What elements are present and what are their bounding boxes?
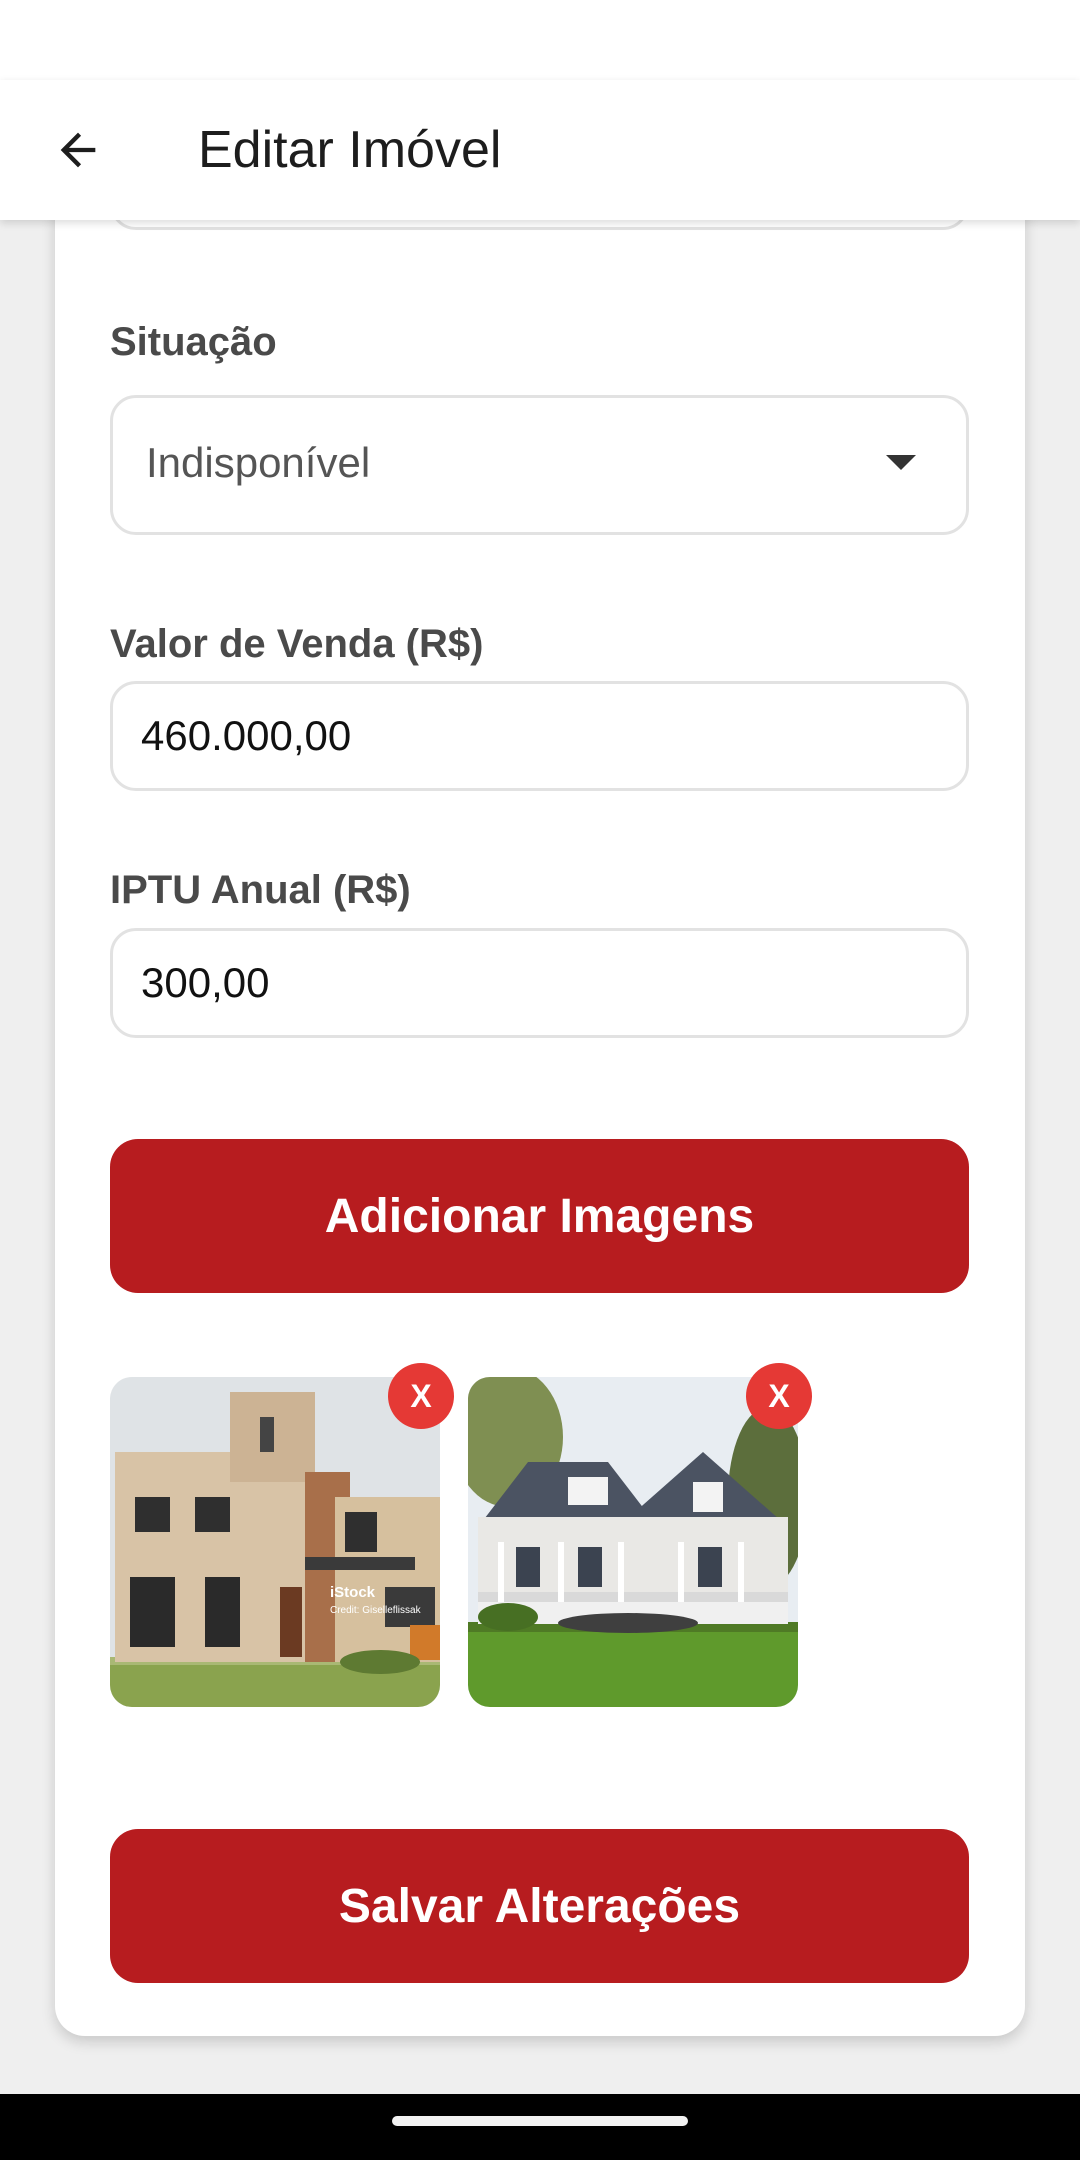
istock-watermark: iStock [330,1584,376,1601]
valor-venda-value: 460.000,00 [141,712,352,759]
back-button[interactable] [40,112,116,188]
situacao-select[interactable]: Indisponível [110,395,969,535]
system-nav-bar [0,2094,1080,2160]
form-card: Situação Indisponível Valor de Venda (R$… [55,100,1025,2036]
status-bar [0,0,1080,80]
iptu-label: IPTU Anual (R$) [110,868,411,912]
colonial-house-photo [468,1377,798,1707]
page-title: Editar Imóvel [198,121,502,179]
image-thumbnail[interactable] [468,1377,798,1707]
valor-venda-input[interactable]: 460.000,00 [110,681,969,791]
add-images-button[interactable]: Adicionar Imagens [110,1139,969,1293]
valor-venda-label: Valor de Venda (R$) [110,622,484,666]
situacao-label: Situação [110,320,277,364]
app-bar: Editar Imóvel [0,80,1080,220]
modern-house-photo: iStock Credit: Giselleflissak [110,1377,440,1707]
arrow-left-icon [60,132,96,168]
image-thumbnail[interactable]: iStock Credit: Giselleflissak [110,1377,440,1707]
situacao-value: Indisponível [146,439,371,486]
iptu-input[interactable]: 300,00 [110,928,969,1038]
image-credit: Credit: Giselleflissak [330,1605,422,1616]
remove-image-button[interactable]: X [746,1363,812,1429]
iptu-value: 300,00 [141,959,270,1006]
chevron-down-icon [886,455,916,470]
home-indicator[interactable] [392,2116,688,2126]
save-button[interactable]: Salvar Alterações [110,1829,969,1983]
remove-image-button[interactable]: X [388,1363,454,1429]
